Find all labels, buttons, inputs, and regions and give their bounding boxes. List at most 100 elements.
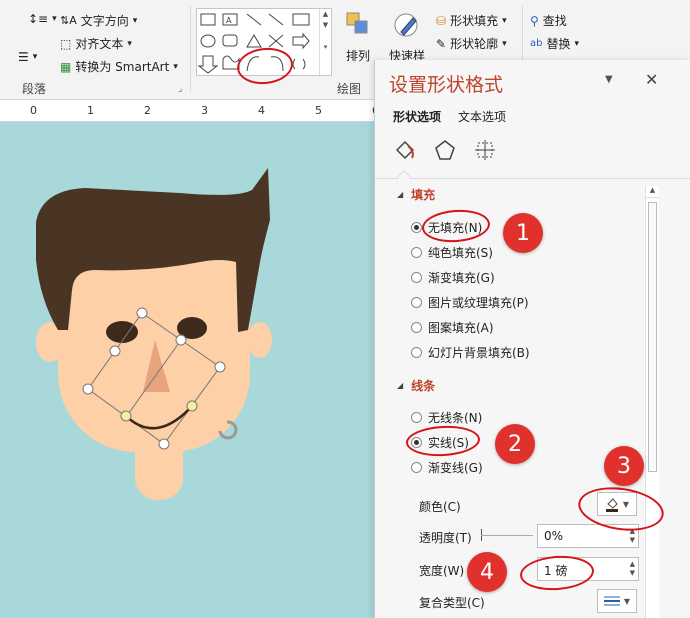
tab-pointer: [396, 169, 412, 185]
option-label: 图片或纹理填充(P): [428, 296, 529, 310]
fill-section-title: 填充: [411, 188, 436, 202]
close-icon[interactable]: ✕: [645, 70, 658, 89]
fill-option-slide-bg[interactable]: 幻灯片背景填充(B): [411, 344, 530, 361]
option-label: 纯色填充(S): [428, 246, 493, 260]
columns-icon: ☰: [18, 50, 29, 64]
paint-bucket-icon: [395, 140, 415, 160]
bullets-button[interactable]: ☰ ▾: [18, 50, 37, 64]
find-button[interactable]: ⚲ 查找: [530, 12, 567, 29]
compound-type-dropdown[interactable]: ▼: [597, 589, 637, 613]
shape-fill-label: 形状填充: [450, 14, 499, 28]
arrange-label: 排列: [345, 49, 370, 63]
cartoon-face-drawing: [36, 168, 272, 500]
ruler-number: 2: [144, 104, 151, 117]
transparency-value: 0%: [544, 529, 564, 543]
ribbon-separator: [190, 6, 191, 92]
replace-label: 替换: [546, 37, 571, 51]
option-label: 幻灯片背景填充(B): [428, 346, 530, 360]
line-section-header[interactable]: ◢ 线条: [397, 377, 435, 394]
fill-option-picture[interactable]: 图片或纹理填充(P): [411, 294, 529, 311]
tab-text-options[interactable]: 文本选项: [458, 108, 506, 125]
left-eye: [106, 321, 138, 343]
line-option-none[interactable]: 无线条(N): [411, 409, 482, 426]
radio-icon[interactable]: [411, 347, 422, 358]
compound-lines-icon: [603, 596, 620, 606]
option-label: 图案填充(A): [428, 321, 494, 335]
color-label: 颜色(C): [419, 500, 461, 514]
pane-scrollbar[interactable]: ▲: [645, 186, 659, 618]
tab-shape-options[interactable]: 形状选项: [393, 108, 441, 125]
paragraph-group-label: 段落: [22, 82, 47, 96]
step-badge-4: 4: [467, 552, 507, 592]
option-label: 渐变填充(G): [428, 271, 495, 285]
smartart-icon: ▦: [60, 59, 72, 74]
radio-icon[interactable]: [411, 272, 422, 283]
right-ear: [248, 322, 272, 358]
compound-type-label: 复合类型(C): [419, 596, 485, 610]
ruler-number: 0: [30, 104, 37, 117]
line-section-title: 线条: [411, 379, 436, 393]
radio-icon[interactable]: [411, 297, 422, 308]
line-option-gradient[interactable]: 渐变线(G): [411, 459, 483, 476]
shape-outline-label: 形状轮廓: [450, 37, 499, 51]
ruler-number: 1: [87, 104, 94, 117]
convert-smartart-button[interactable]: ▦ 转换为 SmartArt ▾: [60, 58, 178, 75]
text-direction-button[interactable]: ⇅A 文字方向 ▾: [60, 12, 137, 29]
search-icon: ⚲: [530, 13, 539, 28]
effects-tab[interactable]: [433, 138, 457, 165]
spinner-arrows-icon[interactable]: ▲ ▼: [630, 560, 635, 578]
radio-icon[interactable]: [411, 247, 422, 258]
ruler-number: 5: [315, 104, 322, 117]
scroll-thumb[interactable]: [648, 202, 657, 472]
fill-option-pattern[interactable]: 图案填充(A): [411, 319, 494, 336]
line-spacing-icon: ↕≡: [28, 12, 49, 26]
collapse-icon: ◢: [397, 381, 404, 390]
text-direction-icon: ⇅A: [60, 14, 77, 27]
collapse-icon: ◢: [397, 190, 404, 199]
fill-option-solid[interactable]: 纯色填充(S): [411, 244, 493, 261]
slider-track: [481, 535, 533, 536]
shape-outline-button[interactable]: ✎ 形状轮廓 ▾: [436, 35, 507, 52]
pencil-outline-icon: ✎: [436, 36, 447, 51]
pentagon-icon: [435, 140, 455, 160]
paint-bucket-icon: ⛁: [436, 13, 447, 28]
option-label: 无线条(N): [428, 411, 483, 425]
width-label: 宽度(W): [419, 564, 465, 578]
radio-icon[interactable]: [411, 322, 422, 333]
align-text-button[interactable]: ⬚ 对齐文本 ▾: [60, 35, 132, 52]
drawing-group-label: 绘图: [337, 82, 362, 96]
radio-icon[interactable]: [411, 412, 422, 423]
fill-line-tab[interactable]: [393, 138, 417, 165]
text-direction-label: 文字方向: [80, 14, 129, 28]
fill-option-gradient[interactable]: 渐变填充(G): [411, 269, 495, 286]
pane-options-icon[interactable]: ▼: [605, 74, 613, 85]
size-layout-icon: [475, 140, 495, 160]
ruler-number: 4: [258, 104, 265, 117]
step-badge-1: 1: [503, 213, 543, 253]
radio-icon[interactable]: [411, 462, 422, 473]
transparency-label: 透明度(T): [419, 531, 472, 545]
align-text-label: 对齐文本: [75, 37, 124, 51]
step-badge-3: 3: [604, 446, 644, 486]
format-shape-pane: 设置形状格式 ▼ ✕ 形状选项 文本选项 ▲ ◢ 填充 无填充(N) 纯色填充(S…: [374, 60, 690, 618]
replace-icon: ab: [530, 38, 543, 49]
slide-canvas[interactable]: [0, 123, 375, 618]
quick-styles-icon: [394, 13, 418, 37]
convert-smartart-label: 转换为 SmartArt: [75, 60, 170, 74]
pane-title: 设置形状格式: [389, 74, 504, 96]
ruler-number: 3: [201, 104, 208, 117]
arrange-button[interactable]: 排列: [340, 10, 376, 64]
radio-icon[interactable]: [411, 222, 422, 233]
shape-fill-button[interactable]: ⛁ 形状填充 ▾: [436, 12, 507, 29]
scroll-up-icon[interactable]: ▲: [646, 186, 659, 198]
chevron-down-icon: ▼: [623, 596, 631, 606]
gallery-scroll[interactable]: ▲ ▼ ▾: [319, 9, 331, 75]
align-text-icon: ⬚: [60, 36, 72, 51]
svg-text:A: A: [226, 16, 232, 25]
option-label: 渐变线(G): [428, 461, 483, 475]
replace-button[interactable]: ab 替换 ▾: [530, 35, 579, 52]
dialog-launcher-icon[interactable]: ⌟: [178, 84, 182, 94]
fill-section-header[interactable]: ◢ 填充: [397, 186, 435, 203]
size-properties-tab[interactable]: [473, 138, 497, 165]
line-spacing-button[interactable]: ↕≡ ▾: [28, 12, 57, 26]
